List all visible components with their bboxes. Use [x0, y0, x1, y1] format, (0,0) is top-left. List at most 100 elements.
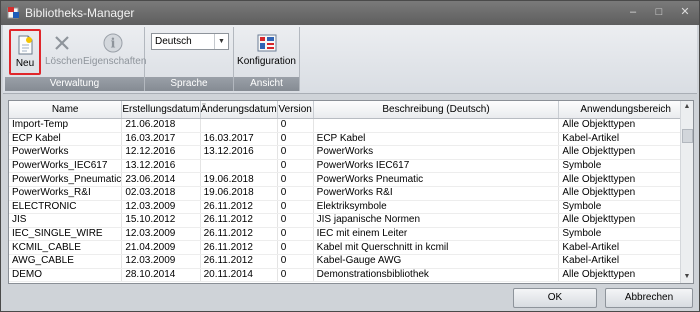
table-cell: 13.12.2016	[121, 159, 201, 174]
configuration-button[interactable]: Konfiguration	[236, 29, 297, 75]
table-cell: 0	[277, 186, 314, 201]
group-label-sprache: Sprache	[145, 77, 233, 91]
table-cell: 19.06.2018	[200, 172, 278, 187]
library-table-panel: Name Erstellungsdatum Änderungsdatum Ver…	[8, 100, 694, 284]
table-cell: PowerWorks	[313, 145, 560, 160]
table-row[interactable]: ELECTRONIC 12.03.2009 26.11.2012 0 Elektriks…	[9, 200, 693, 215]
table-cell: 0	[277, 145, 314, 160]
app-icon	[7, 7, 19, 19]
table-cell: IEC mit einem Leiter	[313, 227, 560, 242]
minimize-button[interactable]: –	[625, 4, 641, 20]
table-row[interactable]: PowerWorks 12.12.2016 13.12.2016 0 PowerWork…	[9, 145, 693, 160]
column-header-created[interactable]: Erstellungsdatum	[121, 101, 201, 119]
table-cell: 16.03.2017	[121, 132, 201, 147]
info-icon: i	[103, 33, 123, 53]
vertical-scrollbar[interactable]: ▲ ▼	[680, 101, 693, 283]
table-cell: Symbole	[558, 227, 693, 242]
ok-button[interactable]: OK	[513, 288, 597, 308]
table-cell: KCMIL_CABLE	[9, 240, 123, 255]
table-row[interactable]: DEMO 28.10.2014 20.11.2014 0 Demonstrationsb…	[9, 268, 693, 283]
scrollbar-thumb[interactable]	[682, 129, 693, 143]
library-table: Name Erstellungsdatum Änderungsdatum Ver…	[9, 101, 693, 283]
table-body: Import-Temp 21.06.2018 0 Alle Objekttypen EC…	[9, 118, 693, 283]
column-header-version[interactable]: Version	[277, 101, 314, 119]
table-cell: 26.11.2012	[200, 254, 278, 269]
cancel-button[interactable]: Abbrechen	[605, 288, 693, 308]
table-cell: 0	[277, 200, 314, 215]
table-cell: 0	[277, 172, 314, 187]
delete-button[interactable]: Löschen	[45, 29, 83, 75]
language-select[interactable]: Deutsch ▼	[151, 33, 229, 50]
table-cell: PowerWorks	[9, 145, 123, 160]
table-cell: 21.06.2018	[121, 118, 201, 133]
table-cell: 0	[277, 268, 314, 283]
title-bar: Bibliotheks-Manager – □ ✕	[1, 1, 699, 25]
table-cell: 12.03.2009	[121, 200, 201, 215]
table-row[interactable]: IEC_SINGLE_WIRE 12.03.2009 26.11.2012 0 IEC …	[9, 227, 693, 242]
table-cell: Symbole	[558, 159, 693, 174]
table-cell: AWG_CABLE	[9, 254, 123, 269]
properties-button[interactable]: i Eigenschaften	[83, 29, 147, 75]
column-header-description[interactable]: Beschreibung (Deutsch)	[313, 101, 560, 119]
table-cell: Alle Objekttypen	[558, 186, 693, 201]
table-cell: ECP Kabel	[313, 132, 560, 147]
table-cell: PowerWorks_IEC617	[9, 159, 123, 174]
table-cell	[200, 118, 278, 133]
ribbon-toolbar: Neu Löschen i Eigenschaften Verwaltung D…	[3, 25, 697, 94]
new-button[interactable]: Neu	[9, 29, 41, 75]
table-row[interactable]: ECP Kabel 16.03.2017 16.03.2017 0 ECP Kabel K…	[9, 132, 693, 147]
table-cell: 0	[277, 159, 314, 174]
configuration-icon	[257, 34, 276, 52]
table-cell: Alle Objekttypen	[558, 172, 693, 187]
table-row[interactable]: JIS 15.10.2012 26.11.2012 0 JIS japanische N…	[9, 213, 693, 228]
table-cell: Import-Temp	[9, 118, 123, 133]
table-cell: 0	[277, 254, 314, 269]
close-button[interactable]: ✕	[677, 4, 693, 20]
table-cell: Alle Objekttypen	[558, 213, 693, 228]
scroll-up-icon[interactable]: ▲	[681, 101, 693, 113]
table-row[interactable]: PowerWorks_Pneumatic 23.06.2014 19.06.2018…	[9, 172, 693, 187]
table-row[interactable]: AWG_CABLE 12.03.2009 26.11.2012 0 Kabel-Gaug…	[9, 254, 693, 269]
table-cell: 0	[277, 240, 314, 255]
properties-button-label: Eigenschaften	[83, 56, 147, 67]
maximize-button[interactable]: □	[651, 4, 667, 20]
ribbon-group-ansicht: Konfiguration Ansicht	[234, 27, 300, 91]
table-cell: 12.12.2016	[121, 145, 201, 160]
group-label-verwaltung: Verwaltung	[5, 77, 144, 91]
table-cell: Symbole	[558, 200, 693, 215]
configuration-button-label: Konfiguration	[237, 56, 296, 67]
ribbon-group-sprache: Deutsch ▼ Sprache	[145, 27, 234, 91]
table-cell: Alle Objekttypen	[558, 118, 693, 133]
table-header-row: Name Erstellungsdatum Änderungsdatum Ver…	[9, 101, 693, 119]
table-cell: JIS japanische Normen	[313, 213, 560, 228]
table-cell: PowerWorks Pneumatic	[313, 172, 560, 187]
table-cell: 0	[277, 213, 314, 228]
table-cell: 28.10.2014	[121, 268, 201, 283]
chevron-down-icon[interactable]: ▼	[214, 34, 228, 49]
table-row[interactable]: KCMIL_CABLE 21.04.2009 26.11.2012 0 Kabel mi…	[9, 240, 693, 255]
table-cell: Kabel mit Querschnitt in kcmil	[313, 240, 560, 255]
table-cell: PowerWorks_R&I	[9, 186, 123, 201]
svg-text:i: i	[111, 37, 116, 52]
table-row[interactable]: Import-Temp 21.06.2018 0 Alle Objekttypen	[9, 118, 693, 133]
column-header-modified[interactable]: Änderungsdatum	[200, 101, 278, 119]
column-header-scope[interactable]: Anwendungsbereich	[558, 101, 693, 119]
table-cell: 21.04.2009	[121, 240, 201, 255]
table-cell: 12.03.2009	[121, 227, 201, 242]
table-cell: 23.06.2014	[121, 172, 201, 187]
library-manager-window: Bibliotheks-Manager – □ ✕ Neu Löschen i …	[0, 0, 700, 312]
table-cell: ECP Kabel	[9, 132, 123, 147]
table-cell: 15.10.2012	[121, 213, 201, 228]
table-row[interactable]: PowerWorks_IEC617 13.12.2016 0 PowerWorks I…	[9, 159, 693, 174]
language-select-value: Deutsch	[155, 36, 192, 47]
scroll-down-icon[interactable]: ▼	[681, 271, 693, 283]
table-cell: Alle Objekttypen	[558, 268, 693, 283]
table-cell: 13.12.2016	[200, 145, 278, 160]
table-cell: 26.11.2012	[200, 240, 278, 255]
table-cell: PowerWorks R&I	[313, 186, 560, 201]
table-cell: Kabel-Artikel	[558, 254, 693, 269]
table-row[interactable]: PowerWorks_R&I 02.03.2018 19.06.2018 0 Power…	[9, 186, 693, 201]
table-cell: Elektriksymbole	[313, 200, 560, 215]
column-header-name[interactable]: Name	[9, 101, 123, 119]
ribbon-group-verwaltung: Neu Löschen i Eigenschaften Verwaltung	[5, 27, 147, 91]
